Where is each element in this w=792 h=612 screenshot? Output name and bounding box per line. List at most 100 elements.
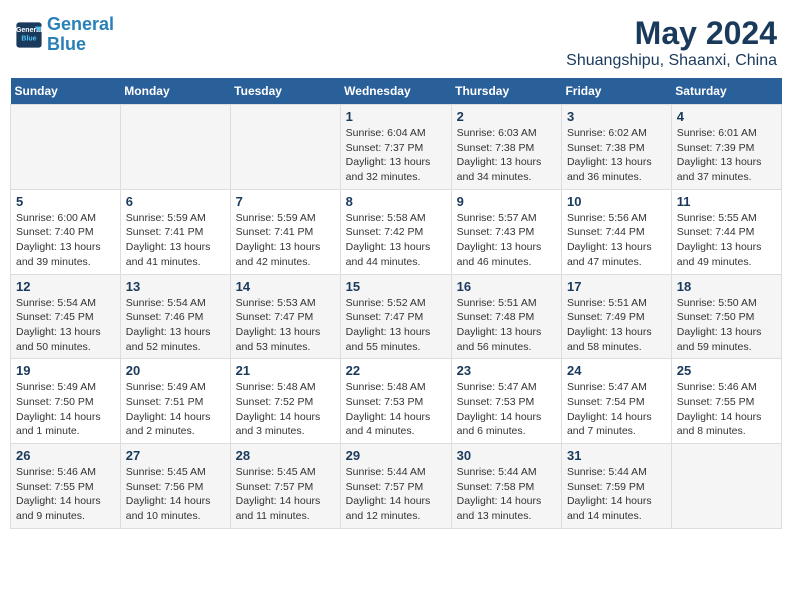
day-info: Sunrise: 5:47 AM Sunset: 7:54 PM Dayligh… (567, 380, 666, 439)
calendar-header-row: SundayMondayTuesdayWednesdayThursdayFrid… (11, 78, 782, 105)
day-info: Sunrise: 6:03 AM Sunset: 7:38 PM Dayligh… (457, 126, 556, 185)
day-info: Sunrise: 5:46 AM Sunset: 7:55 PM Dayligh… (677, 380, 776, 439)
day-number: 4 (677, 109, 776, 124)
calendar-week-row: 12 Sunrise: 5:54 AM Sunset: 7:45 PM Dayli… (11, 274, 782, 359)
logo: General Blue General Blue (15, 15, 114, 55)
day-number: 10 (567, 194, 666, 209)
calendar-cell: 8Sunrise: 5:58 AM Sunset: 7:42 PM Daylig… (340, 189, 451, 274)
day-number: 18 (677, 279, 776, 294)
day-number: 29 (346, 448, 446, 463)
calendar-cell: 19 Sunrise: 5:49 AM Sunset: 7:50 PM Dayli… (11, 359, 121, 444)
logo-icon: General Blue (15, 21, 43, 49)
day-number: 26 (16, 448, 115, 463)
day-number: 9 (457, 194, 556, 209)
day-info: Sunrise: 6:04 AM Sunset: 7:37 PM Dayligh… (346, 126, 446, 185)
day-info: Sunrise: 5:49 AM Sunset: 7:51 PM Dayligh… (126, 380, 225, 439)
day-info: Sunrise: 5:44 AM Sunset: 7:58 PM Dayligh… (457, 465, 556, 524)
calendar-cell: 14 Sunrise: 5:53 AM Sunset: 7:47 PM Dayli… (230, 274, 340, 359)
day-info: Sunrise: 5:46 AM Sunset: 7:55 PM Dayligh… (16, 465, 115, 524)
day-info: Sunrise: 5:59 AM Sunset: 7:41 PM Dayligh… (126, 211, 225, 270)
calendar-week-row: 5 Sunrise: 6:00 AM Sunset: 7:40 PM Daylig… (11, 189, 782, 274)
calendar-cell: 26 Sunrise: 5:46 AM Sunset: 7:55 PM Dayli… (11, 444, 121, 529)
day-number: 5 (16, 194, 115, 209)
calendar-cell: 25 Sunrise: 5:46 AM Sunset: 7:55 PM Dayli… (671, 359, 781, 444)
main-title: May 2024 (566, 15, 777, 52)
calendar-cell: 11 Sunrise: 5:55 AM Sunset: 7:44 PM Dayli… (671, 189, 781, 274)
day-info: Sunrise: 5:45 AM Sunset: 7:56 PM Dayligh… (126, 465, 225, 524)
day-info: Sunrise: 5:44 AM Sunset: 7:59 PM Dayligh… (567, 465, 666, 524)
day-info: Sunrise: 5:53 AM Sunset: 7:47 PM Dayligh… (236, 296, 335, 355)
calendar-cell: 28Sunrise: 5:45 AM Sunset: 7:57 PM Dayli… (230, 444, 340, 529)
calendar-cell: 9 Sunrise: 5:57 AM Sunset: 7:43 PM Daylig… (451, 189, 561, 274)
subtitle: Shuangshipu, Shaanxi, China (566, 52, 777, 70)
calendar-cell: 21Sunrise: 5:48 AM Sunset: 7:52 PM Dayli… (230, 359, 340, 444)
calendar-header-monday: Monday (120, 78, 230, 105)
calendar-cell (120, 105, 230, 190)
calendar-week-row: 26 Sunrise: 5:46 AM Sunset: 7:55 PM Dayli… (11, 444, 782, 529)
calendar-cell: 12 Sunrise: 5:54 AM Sunset: 7:45 PM Dayli… (11, 274, 121, 359)
day-number: 23 (457, 363, 556, 378)
calendar-week-row: 19 Sunrise: 5:49 AM Sunset: 7:50 PM Dayli… (11, 359, 782, 444)
day-info: Sunrise: 5:51 AM Sunset: 7:49 PM Dayligh… (567, 296, 666, 355)
calendar-cell: 10 Sunrise: 5:56 AM Sunset: 7:44 PM Dayli… (561, 189, 671, 274)
day-number: 31 (567, 448, 666, 463)
calendar-cell: 20 Sunrise: 5:49 AM Sunset: 7:51 PM Dayli… (120, 359, 230, 444)
calendar-cell: 4 Sunrise: 6:01 AM Sunset: 7:39 PM Daylig… (671, 105, 781, 190)
day-number: 20 (126, 363, 225, 378)
calendar-cell: 6 Sunrise: 5:59 AM Sunset: 7:41 PM Daylig… (120, 189, 230, 274)
calendar-cell: 1 Sunrise: 6:04 AM Sunset: 7:37 PM Daylig… (340, 105, 451, 190)
day-number: 7 (236, 194, 335, 209)
day-info: Sunrise: 5:44 AM Sunset: 7:57 PM Dayligh… (346, 465, 446, 524)
day-number: 19 (16, 363, 115, 378)
calendar-cell (11, 105, 121, 190)
day-info: Sunrise: 5:55 AM Sunset: 7:44 PM Dayligh… (677, 211, 776, 270)
day-number: 2 (457, 109, 556, 124)
calendar-cell: 5 Sunrise: 6:00 AM Sunset: 7:40 PM Daylig… (11, 189, 121, 274)
day-number: 1 (346, 109, 446, 124)
calendar-cell: 18Sunrise: 5:50 AM Sunset: 7:50 PM Dayli… (671, 274, 781, 359)
calendar-cell: 16 Sunrise: 5:51 AM Sunset: 7:48 PM Dayli… (451, 274, 561, 359)
calendar-cell (230, 105, 340, 190)
day-info: Sunrise: 6:01 AM Sunset: 7:39 PM Dayligh… (677, 126, 776, 185)
day-number: 6 (126, 194, 225, 209)
calendar-header-friday: Friday (561, 78, 671, 105)
day-number: 16 (457, 279, 556, 294)
day-info: Sunrise: 5:45 AM Sunset: 7:57 PM Dayligh… (236, 465, 335, 524)
calendar-cell: 15Sunrise: 5:52 AM Sunset: 7:47 PM Dayli… (340, 274, 451, 359)
day-info: Sunrise: 5:48 AM Sunset: 7:53 PM Dayligh… (346, 380, 446, 439)
day-number: 13 (126, 279, 225, 294)
calendar-header-wednesday: Wednesday (340, 78, 451, 105)
day-number: 22 (346, 363, 446, 378)
calendar-cell: 30Sunrise: 5:44 AM Sunset: 7:58 PM Dayli… (451, 444, 561, 529)
calendar-cell: 22 Sunrise: 5:48 AM Sunset: 7:53 PM Dayli… (340, 359, 451, 444)
day-info: Sunrise: 5:59 AM Sunset: 7:41 PM Dayligh… (236, 211, 335, 270)
day-number: 25 (677, 363, 776, 378)
day-info: Sunrise: 5:57 AM Sunset: 7:43 PM Dayligh… (457, 211, 556, 270)
day-number: 14 (236, 279, 335, 294)
calendar-cell: 3Sunrise: 6:02 AM Sunset: 7:38 PM Daylig… (561, 105, 671, 190)
page-header: General Blue General Blue May 2024 Shuan… (10, 10, 782, 70)
calendar-header-saturday: Saturday (671, 78, 781, 105)
calendar-cell: 24Sunrise: 5:47 AM Sunset: 7:54 PM Dayli… (561, 359, 671, 444)
calendar-cell: 31 Sunrise: 5:44 AM Sunset: 7:59 PM Dayli… (561, 444, 671, 529)
day-number: 12 (16, 279, 115, 294)
day-info: Sunrise: 5:52 AM Sunset: 7:47 PM Dayligh… (346, 296, 446, 355)
title-block: May 2024 Shuangshipu, Shaanxi, China (566, 15, 777, 70)
day-info: Sunrise: 5:49 AM Sunset: 7:50 PM Dayligh… (16, 380, 115, 439)
calendar-cell: 2 Sunrise: 6:03 AM Sunset: 7:38 PM Daylig… (451, 105, 561, 190)
day-info: Sunrise: 5:54 AM Sunset: 7:46 PM Dayligh… (126, 296, 225, 355)
calendar-header-thursday: Thursday (451, 78, 561, 105)
day-number: 11 (677, 194, 776, 209)
logo-text: General Blue (47, 15, 114, 55)
day-info: Sunrise: 6:00 AM Sunset: 7:40 PM Dayligh… (16, 211, 115, 270)
day-number: 27 (126, 448, 225, 463)
day-info: Sunrise: 5:51 AM Sunset: 7:48 PM Dayligh… (457, 296, 556, 355)
calendar-table: SundayMondayTuesdayWednesdayThursdayFrid… (10, 78, 782, 529)
day-info: Sunrise: 5:56 AM Sunset: 7:44 PM Dayligh… (567, 211, 666, 270)
day-number: 21 (236, 363, 335, 378)
calendar-week-row: 1 Sunrise: 6:04 AM Sunset: 7:37 PM Daylig… (11, 105, 782, 190)
day-info: Sunrise: 5:54 AM Sunset: 7:45 PM Dayligh… (16, 296, 115, 355)
day-info: Sunrise: 5:58 AM Sunset: 7:42 PM Dayligh… (346, 211, 446, 270)
day-info: Sunrise: 5:47 AM Sunset: 7:53 PM Dayligh… (457, 380, 556, 439)
svg-text:Blue: Blue (21, 35, 36, 42)
